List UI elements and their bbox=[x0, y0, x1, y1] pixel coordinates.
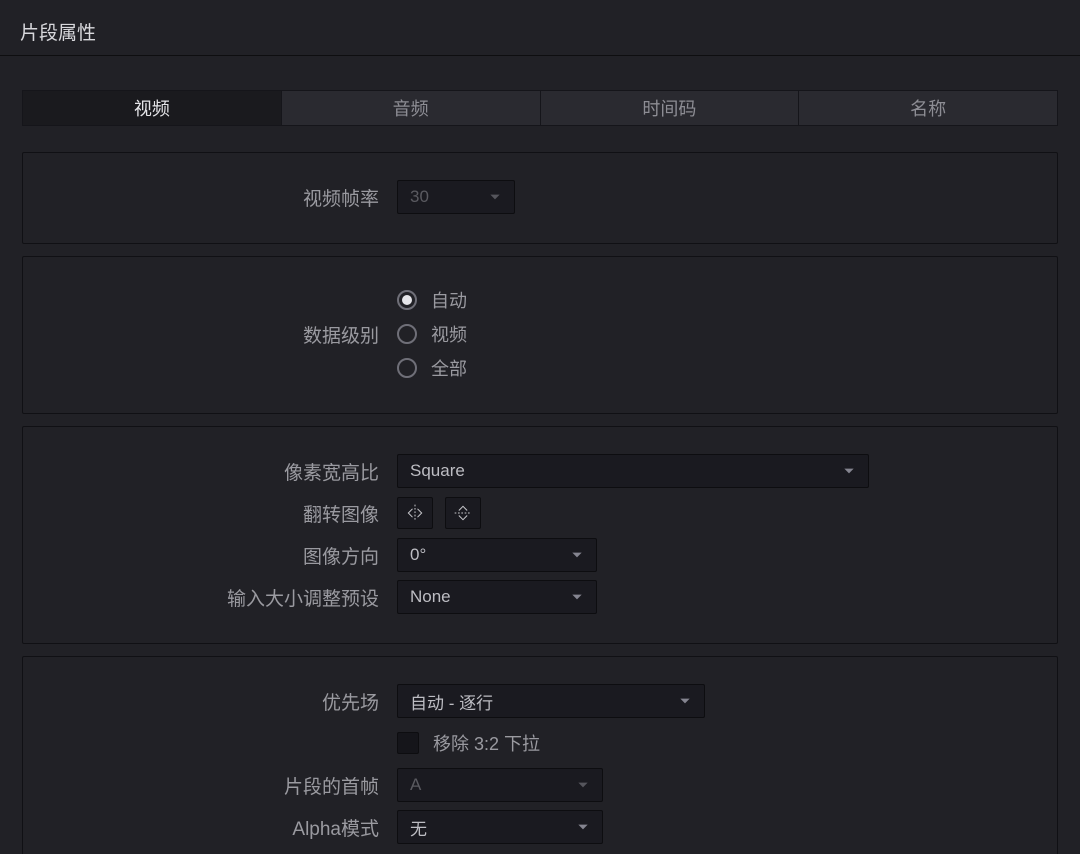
chevron-down-icon bbox=[576, 820, 590, 834]
tab-name[interactable]: 名称 bbox=[799, 91, 1057, 125]
field-dominance-value: 自动 - 逐行 bbox=[410, 689, 668, 714]
radio-video-label: 视频 bbox=[431, 321, 467, 347]
radio-auto[interactable] bbox=[397, 290, 417, 310]
label-first-frame: 片段的首帧 bbox=[47, 772, 397, 799]
panel-geometry: 像素宽高比 Square 翻转图像 bbox=[22, 426, 1058, 644]
tab-video[interactable]: 视频 bbox=[23, 91, 282, 125]
resize-preset-value: None bbox=[410, 587, 560, 607]
panel-datalevel: 数据级别 自动 视频 全部 bbox=[22, 256, 1058, 414]
chevron-down-icon bbox=[570, 590, 584, 604]
tabs: 视频 音频 时间码 名称 bbox=[22, 90, 1058, 126]
chevron-down-icon bbox=[488, 190, 502, 204]
remove-3-2-label: 移除 3:2 下拉 bbox=[433, 730, 540, 756]
tab-audio[interactable]: 音频 bbox=[282, 91, 541, 125]
orientation-value: 0° bbox=[410, 545, 560, 565]
framerate-value: 30 bbox=[410, 187, 478, 207]
flip-vertical-button[interactable] bbox=[445, 497, 481, 529]
label-par: 像素宽高比 bbox=[47, 458, 397, 485]
first-frame-select[interactable]: A bbox=[397, 768, 603, 802]
tab-timecode[interactable]: 时间码 bbox=[541, 91, 800, 125]
orientation-select[interactable]: 0° bbox=[397, 538, 597, 572]
flip-horizontal-icon bbox=[405, 503, 425, 523]
panel-framerate: 视频帧率 30 bbox=[22, 152, 1058, 244]
remove-3-2-checkbox[interactable] bbox=[397, 732, 419, 754]
resize-preset-select[interactable]: None bbox=[397, 580, 597, 614]
label-resize-preset: 输入大小调整预设 bbox=[47, 584, 397, 611]
alpha-mode-value: 无 bbox=[410, 815, 566, 840]
alpha-mode-select[interactable]: 无 bbox=[397, 810, 603, 844]
label-flip: 翻转图像 bbox=[47, 500, 397, 527]
pixel-aspect-value: Square bbox=[410, 461, 832, 481]
chevron-down-icon bbox=[576, 778, 590, 792]
flip-horizontal-button[interactable] bbox=[397, 497, 433, 529]
flip-vertical-icon bbox=[453, 503, 473, 523]
label-dominance: 优先场 bbox=[47, 688, 397, 715]
framerate-select[interactable]: 30 bbox=[397, 180, 515, 214]
label-framerate: 视频帧率 bbox=[47, 184, 397, 211]
label-datalevel: 数据级别 bbox=[47, 321, 397, 348]
chevron-down-icon bbox=[678, 694, 692, 708]
radio-auto-label: 自动 bbox=[431, 287, 467, 313]
field-dominance-select[interactable]: 自动 - 逐行 bbox=[397, 684, 705, 718]
chevron-down-icon bbox=[842, 464, 856, 478]
pixel-aspect-select[interactable]: Square bbox=[397, 454, 869, 488]
window-title: 片段属性 bbox=[0, 0, 1080, 56]
label-alpha-mode: Alpha模式 bbox=[47, 814, 397, 841]
first-frame-value: A bbox=[410, 775, 566, 795]
radio-full-label: 全部 bbox=[431, 355, 467, 381]
radio-video[interactable] bbox=[397, 324, 417, 344]
chevron-down-icon bbox=[570, 548, 584, 562]
label-orientation: 图像方向 bbox=[47, 542, 397, 569]
radio-full[interactable] bbox=[397, 358, 417, 378]
panel-field: 优先场 自动 - 逐行 移除 3:2 下拉 片段的首帧 A Alpha模式 无 bbox=[22, 656, 1058, 854]
